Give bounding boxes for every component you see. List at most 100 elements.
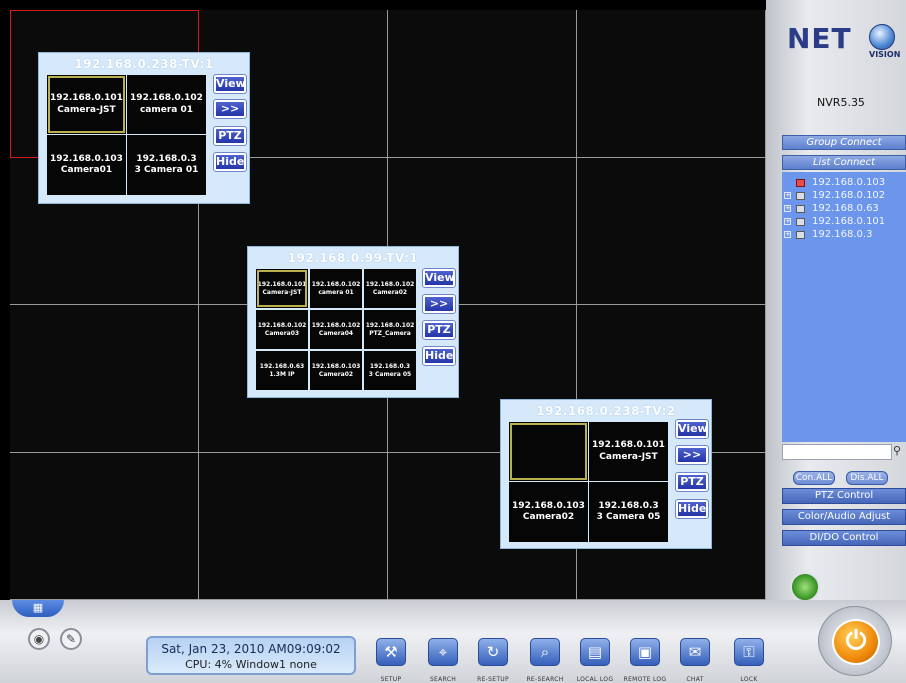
tv-tile[interactable]: 192.168.0.101 Camera-JST (256, 269, 308, 308)
video-cell[interactable] (577, 157, 766, 305)
search-icon[interactable]: ⚲ (893, 444, 905, 458)
expand-icon[interactable]: + (784, 192, 791, 199)
control-panel: NET VISION NVR5.35 Group Connect List Co… (766, 0, 906, 602)
video-cell[interactable] (10, 305, 199, 453)
tv-tiles: 192.168.0.101 Camera-JST 192.168.0.102 came… (254, 267, 416, 392)
view-button[interactable]: View (422, 268, 456, 288)
next-button[interactable]: >> (213, 99, 247, 119)
video-cell[interactable] (199, 452, 388, 600)
tv-window-title: 192.168.0.238-TV:1 (74, 57, 214, 71)
tv-tile[interactable]: 192.168.0.102 PTZ_Camera (364, 310, 416, 349)
chat-icon: ✉ (688, 643, 702, 661)
tv-window-title: 192.168.0.238-TV:2 (536, 404, 676, 418)
status-display: Sat, Jan 23, 2010 AM09:09:02 CPU: 4% Win… (146, 636, 356, 675)
hide-button[interactable]: Hide (422, 346, 456, 366)
color-audio-adjust-section[interactable]: Color/Audio Adjust (782, 509, 906, 525)
list-connect-tab[interactable]: List Connect (782, 155, 906, 170)
tv-tile[interactable]: 192.168.0.102 camera 01 (127, 75, 206, 134)
device-tree-item[interactable]: +192.168.0.3 (782, 228, 872, 241)
toolbar-label: LOCK (740, 676, 758, 683)
device-tree: 192.168.0.103 +192.168.0.102 +192.168.0.63… (782, 172, 906, 442)
device-tree-item[interactable]: +192.168.0.101 (782, 215, 885, 228)
tv-tile[interactable]: 192.168.0.102 Camera04 (310, 310, 362, 349)
toolbar-label: RE-SEARCH (526, 676, 564, 683)
ptz-button[interactable]: PTZ (422, 320, 456, 340)
view-button[interactable]: View (675, 419, 709, 439)
expand-icon[interactable] (784, 179, 791, 186)
video-cell[interactable] (577, 10, 766, 158)
lock-icon: ⚿ (743, 643, 755, 661)
expand-icon[interactable]: + (784, 231, 791, 238)
tv-tile[interactable]: 192.168.0.102 Camera02 (364, 269, 416, 308)
ptz-button[interactable]: PTZ (213, 126, 247, 146)
tile-camera-name: 3 Camera 01 (134, 165, 199, 175)
tv-tiles: 192.168.0.101 Camera-JST 192.168.0.103 Cam… (507, 420, 669, 544)
search-button[interactable]: ⌖ (428, 638, 458, 666)
tv-tile[interactable]: 192.168.0.3 3 Camera 05 (364, 351, 416, 390)
disconnect-all-button[interactable]: Dis.ALL (846, 471, 888, 485)
layout-menu-button[interactable]: ▦ (12, 600, 64, 617)
tile-camera-name: camera 01 (139, 104, 194, 115)
next-button[interactable]: >> (422, 294, 456, 314)
datetime-label: Sat, Jan 23, 2010 AM09:09:02 (161, 642, 341, 656)
tile-camera-name: Camera-JST (57, 104, 116, 115)
tv-tile[interactable]: 192.168.0.103 Camera02 (310, 351, 362, 390)
video-cell[interactable] (388, 10, 577, 158)
device-ip-label: 192.168.0.3 (812, 229, 873, 240)
tv-tile[interactable]: 192.168.0.3 3 Camera 01 (127, 135, 206, 195)
expand-icon[interactable]: + (784, 205, 791, 212)
connect-all-button[interactable]: Con.ALL (793, 471, 835, 485)
view-button[interactable]: View (213, 74, 247, 94)
dido-control-section[interactable]: DI/DO Control (782, 530, 906, 546)
tv-tile[interactable]: 192.168.0.3 3 Camera 05 (589, 482, 668, 542)
next-button[interactable]: >> (675, 445, 709, 465)
power-button[interactable]: ⏻ (818, 606, 892, 676)
tv-tile[interactable]: 192.168.0.102 Camera03 (256, 310, 308, 349)
local-log-button[interactable]: ▤ (580, 638, 610, 666)
re-setup-button[interactable]: ↻ (478, 638, 508, 666)
tv-tile[interactable]: 192.168.0.63 1.3M IP (256, 351, 308, 390)
ptz-button[interactable]: PTZ (675, 472, 709, 492)
re-search-button[interactable]: ⌕ (530, 638, 560, 666)
power-icon: ⏻ (832, 619, 880, 665)
lock-button[interactable]: ⚿ (734, 638, 764, 666)
connected-pc-icon (796, 178, 805, 187)
tv-tile[interactable]: 192.168.0.103 Camera02 (509, 482, 588, 542)
device-tree-item[interactable]: +192.168.0.102 (782, 189, 885, 202)
toolbar-label: SEARCH (429, 676, 457, 683)
tv-window-3: 192.168.0.238-TV:2 192.168.0.101 Camera-J… (500, 399, 712, 549)
tv-tile[interactable]: 192.168.0.103 Camera01 (47, 135, 126, 195)
toolbar-label: CHAT (686, 676, 704, 683)
tile-ip: 192.168.0.3 (369, 363, 411, 370)
tv-tile[interactable]: 192.168.0.101 Camera-JST (589, 422, 668, 481)
remote-log-button[interactable]: ▣ (630, 638, 660, 666)
search-icon: ⌖ (438, 643, 448, 661)
tile-camera-name: 1.3M IP (269, 370, 295, 378)
status-indicator-button[interactable] (790, 572, 820, 602)
group-connect-tab[interactable]: Group Connect (782, 135, 906, 150)
tv-tile[interactable]: 192.168.0.102 camera 01 (310, 269, 362, 308)
re-search-icon: ⌕ (540, 643, 550, 661)
netvision-logo: NET VISION (787, 22, 905, 60)
device-search-input[interactable] (782, 444, 892, 460)
version-label: NVR5.35 (817, 96, 865, 109)
device-tree-item[interactable]: 192.168.0.103 (782, 176, 885, 189)
ptz-control-section[interactable]: PTZ Control (782, 488, 906, 504)
device-tree-item[interactable]: +192.168.0.63 (782, 202, 879, 215)
edit-button[interactable]: ✎ (60, 628, 82, 650)
device-ip-label: 192.168.0.102 (812, 190, 886, 201)
toolbar-label: REMOTE LOG (623, 676, 667, 683)
nvr-app: 192.168.0.238-TV:1 192.168.0.101 Camera-J… (0, 0, 906, 683)
setup-button[interactable]: ⚒ (376, 638, 406, 666)
tile-ip: 192.168.0.101 (592, 440, 665, 451)
hide-button[interactable]: Hide (675, 499, 709, 519)
capture-button[interactable]: ◉ (28, 628, 50, 650)
chat-button[interactable]: ✉ (680, 638, 710, 666)
tv-tile[interactable]: 192.168.0.101 Camera-JST (47, 75, 126, 134)
tile-camera-name: PTZ_Camera (369, 329, 411, 337)
expand-icon[interactable]: + (784, 218, 791, 225)
logo-subtext: VISION (869, 50, 901, 59)
video-cell[interactable] (10, 452, 199, 600)
tv-tile[interactable] (509, 422, 588, 481)
hide-button[interactable]: Hide (213, 152, 247, 172)
